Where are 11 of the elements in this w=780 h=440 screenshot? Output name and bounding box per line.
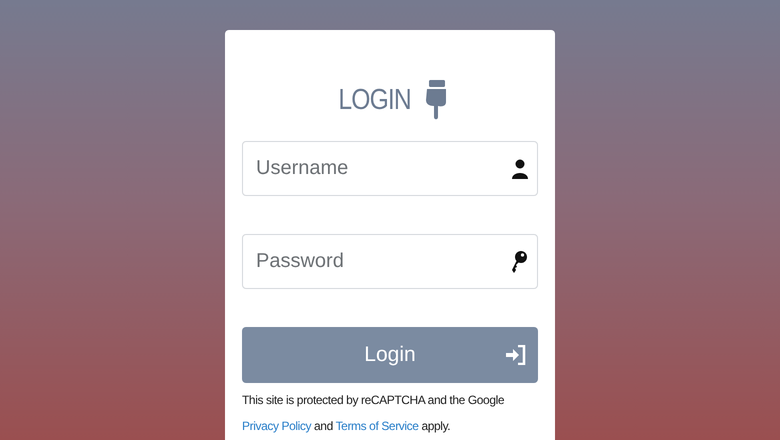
key-icon [510,250,528,274]
login-heading: LOGIN [338,84,412,116]
input-field[interactable]: Password [242,234,538,289]
input-field[interactable]: Username [242,141,538,196]
terms-of-service-link[interactable]: Terms of Service [336,419,419,433]
privacy-policy-link[interactable]: Privacy Policy [242,419,312,433]
login-button[interactable]: Login [242,327,538,383]
recaptcha-notice: This site is protected by reCAPTCHA and the Google Privacy Policy and Terms of Service apply. [242,392,506,435]
sign-in-icon [506,345,526,365]
pointing-hand-icon [424,80,448,120]
user-icon [512,158,528,178]
